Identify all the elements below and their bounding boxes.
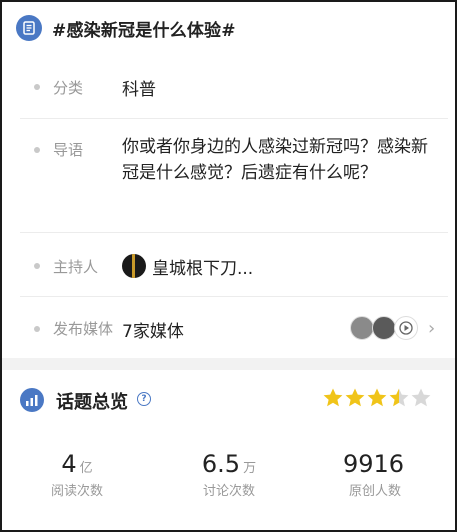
intro-text: 你或者你身边的人感染过新冠吗？感染新冠是什么感觉？后遗症有什么呢？	[122, 137, 428, 183]
stat-read: 4亿 阅读次数	[12, 450, 142, 499]
topic-title: #感染新冠是什么体验#	[52, 20, 236, 41]
category-label: 分类	[53, 79, 84, 97]
host-label: 主持人	[53, 258, 99, 276]
stat-label: 讨论次数	[202, 484, 255, 499]
stat-original: 9916 原创人数	[310, 450, 440, 499]
media-avatar	[350, 316, 374, 340]
chart-icon	[20, 388, 44, 412]
star-icon	[411, 388, 431, 407]
star-icon	[389, 388, 409, 407]
divider	[20, 232, 448, 233]
star-icon	[323, 388, 343, 407]
stat-label: 阅读次数	[50, 484, 103, 499]
bullet-dot	[34, 263, 40, 269]
stat-number: 6.5	[201, 450, 241, 478]
stat-unit: 万	[243, 461, 257, 476]
stat-label: 原创人数	[348, 484, 401, 499]
stat-discuss: 6.5 万 讨论次数	[164, 450, 294, 499]
stat-number: 9916	[342, 450, 405, 478]
star-icon	[345, 388, 365, 407]
topic-header: #感染新冠是什么体验#	[16, 12, 236, 44]
chevron-right-icon[interactable]: ›	[428, 318, 435, 339]
bullet-dot	[34, 84, 40, 90]
media-avatar	[394, 316, 418, 340]
overview-title: 话题总览	[56, 392, 128, 413]
divider	[20, 296, 448, 297]
host-avatar[interactable]	[122, 254, 146, 278]
document-icon	[16, 15, 42, 41]
section-gap	[2, 358, 455, 370]
stat-number: 4	[61, 450, 77, 478]
rating-stars	[322, 387, 432, 409]
star-icon	[367, 388, 387, 407]
media-value[interactable]: 7家媒体	[122, 317, 184, 342]
divider	[20, 118, 448, 119]
stat-unit: 亿	[79, 461, 93, 476]
intro-label: 导语	[53, 141, 84, 159]
bullet-dot	[34, 147, 40, 153]
media-label: 发布媒体	[53, 320, 114, 338]
help-icon[interactable]: ?	[137, 392, 151, 406]
bullet-dot	[34, 326, 40, 332]
category-value[interactable]: 科普	[122, 75, 156, 100]
media-avatar	[372, 316, 396, 340]
host-name[interactable]: 皇城根下刀...	[152, 254, 253, 279]
media-avatars[interactable]	[350, 316, 418, 340]
